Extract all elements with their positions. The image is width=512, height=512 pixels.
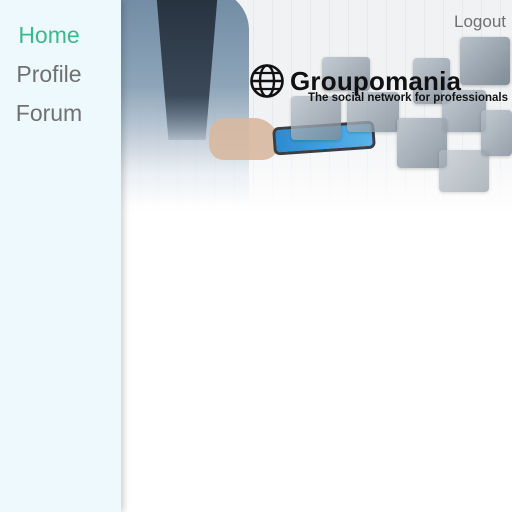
nav-item-profile[interactable]: Profile [0, 60, 98, 88]
page-content [121, 215, 512, 512]
banner-photo-hand [209, 118, 279, 160]
nav-item-forum[interactable]: Forum [0, 99, 98, 127]
logout-link[interactable]: Logout [454, 12, 506, 32]
nav-item-home[interactable]: Home [0, 21, 98, 49]
brand-tagline: The social network for professionals [308, 92, 509, 104]
globe-icon [249, 63, 285, 99]
header-banner: Groupomania The social network for profe… [121, 0, 512, 215]
app-window: Home Profile Forum Groupomania The socia… [0, 0, 512, 512]
photo-tile [439, 150, 489, 192]
sidebar: Home Profile Forum [0, 0, 121, 512]
main-area: Groupomania The social network for profe… [121, 0, 512, 512]
photo-tile [460, 37, 510, 85]
